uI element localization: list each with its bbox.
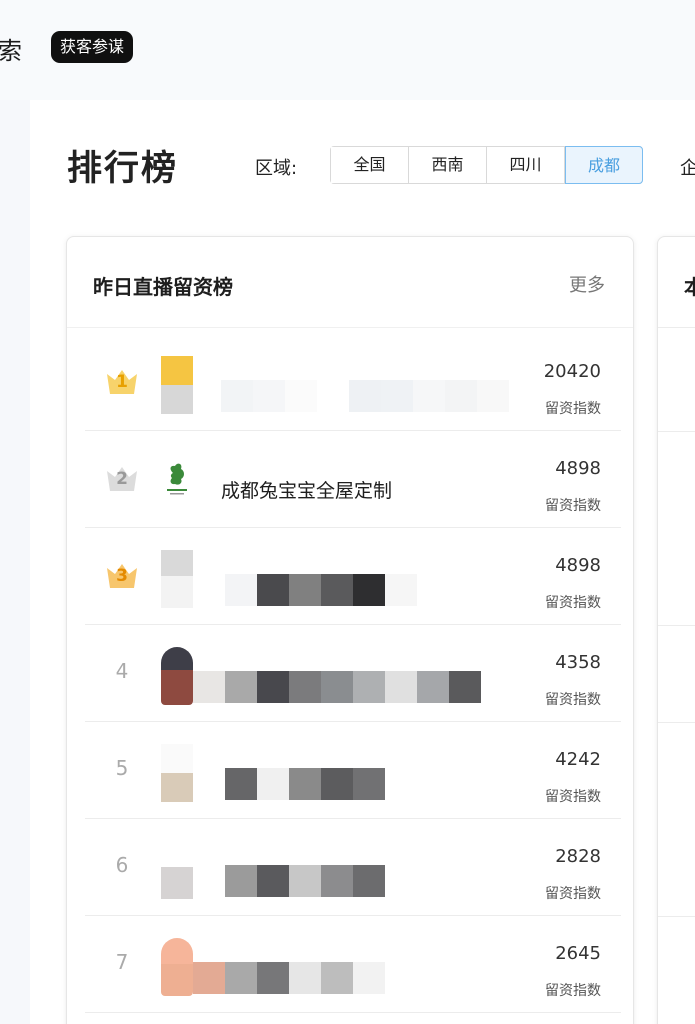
rank-number: 6 — [115, 853, 129, 877]
metric-value: 2828 — [555, 846, 601, 867]
metric-value: 4242 — [555, 749, 601, 770]
ranking-row-6[interactable]: 6 2828 留资指数 — [85, 819, 621, 916]
panel-divider — [67, 327, 633, 328]
avatar — [161, 744, 193, 802]
row-divider — [658, 916, 695, 917]
shop-name[interactable]: 成都兔宝宝全屋定制 — [221, 476, 392, 503]
more-link[interactable]: 更多 — [569, 271, 605, 297]
rank-number: 5 — [115, 756, 129, 780]
ranking-row-3[interactable]: 3 4898 留资指数 — [85, 528, 621, 625]
bronze-crown-icon: 3 — [105, 560, 139, 592]
metric-label: 留资指数 — [545, 595, 601, 611]
ranking-row-2[interactable]: 2 成都兔宝宝全屋定制 4898 留资指数 — [85, 431, 621, 528]
metric-value: 2645 — [555, 943, 601, 964]
metric-value: 20420 — [543, 361, 601, 382]
ranking-row-1[interactable]: 1 20420 留资指数 — [85, 334, 621, 431]
rank-number: 4 — [115, 659, 129, 683]
ranking-row-4[interactable]: 4 4358 留资指数 — [85, 625, 621, 722]
metric-value: 4898 — [555, 555, 601, 576]
region-tab-national[interactable]: 全国 — [331, 147, 409, 183]
blurred-name — [225, 574, 417, 606]
page-title: 排行榜 — [67, 149, 179, 189]
region-label: 区域: — [255, 158, 298, 179]
blurred-name — [221, 380, 509, 412]
rabbit-logo-icon — [161, 453, 193, 511]
metric-label: 留资指数 — [545, 886, 601, 902]
metric-label: 留资指数 — [545, 692, 601, 708]
rank-number: 1 — [116, 372, 128, 392]
metric-value: 4358 — [555, 652, 601, 673]
row-divider — [658, 625, 695, 626]
blurred-name — [225, 768, 385, 800]
metric-label: 留资指数 — [545, 401, 601, 417]
ranking-row-5[interactable]: 5 4242 留资指数 — [85, 722, 621, 819]
leads-ranking-panel: 昨日直播留资榜 更多 1 20420 留资指数 2 成都兔宝宝全屋定制 4898… — [66, 236, 634, 1024]
panel-title: 昨日直播留资榜 — [93, 275, 233, 299]
region-tab-southwest[interactable]: 西南 — [409, 147, 487, 183]
metric-label: 留资指数 — [545, 498, 601, 514]
panel-title: 本 — [684, 271, 695, 300]
page: 索 获客参谋 排行榜 区域: 全国 西南 四川 成都 企 昨日直播留资榜 更多 … — [0, 0, 695, 1024]
row-divider — [658, 431, 695, 432]
blurred-name — [193, 962, 385, 994]
metric-label: 留资指数 — [545, 983, 601, 999]
avatar — [161, 647, 193, 705]
region-tab-chengdu[interactable]: 成都 — [565, 146, 643, 184]
second-ranking-panel: 本 — [657, 236, 695, 1024]
rank-number: 2 — [116, 469, 128, 489]
rank-number: 7 — [115, 950, 129, 974]
silver-crown-icon: 2 — [105, 463, 139, 495]
header-title: 索 — [0, 37, 22, 65]
customer-advisor-tag[interactable]: 获客参谋 — [51, 31, 134, 63]
metric-label: 留资指数 — [545, 789, 601, 805]
gold-crown-icon: 1 — [105, 366, 139, 398]
avatar — [161, 938, 193, 996]
top-header: 索 获客参谋 — [0, 0, 695, 100]
region-tab-sichuan[interactable]: 四川 — [487, 147, 565, 183]
panel-divider — [658, 327, 695, 328]
avatar — [161, 550, 193, 608]
blurred-name — [225, 865, 385, 897]
blurred-name — [193, 671, 481, 703]
rank-number: 3 — [116, 566, 128, 586]
ranking-row-7[interactable]: 7 2645 留资指数 — [85, 916, 621, 1013]
region-tabs: 全国 西南 四川 成都 — [330, 146, 643, 184]
next-filter-label: 企 — [680, 158, 695, 179]
row-divider — [658, 722, 695, 723]
avatar — [161, 841, 193, 899]
metric-value: 4898 — [555, 458, 601, 479]
avatar — [161, 356, 193, 414]
